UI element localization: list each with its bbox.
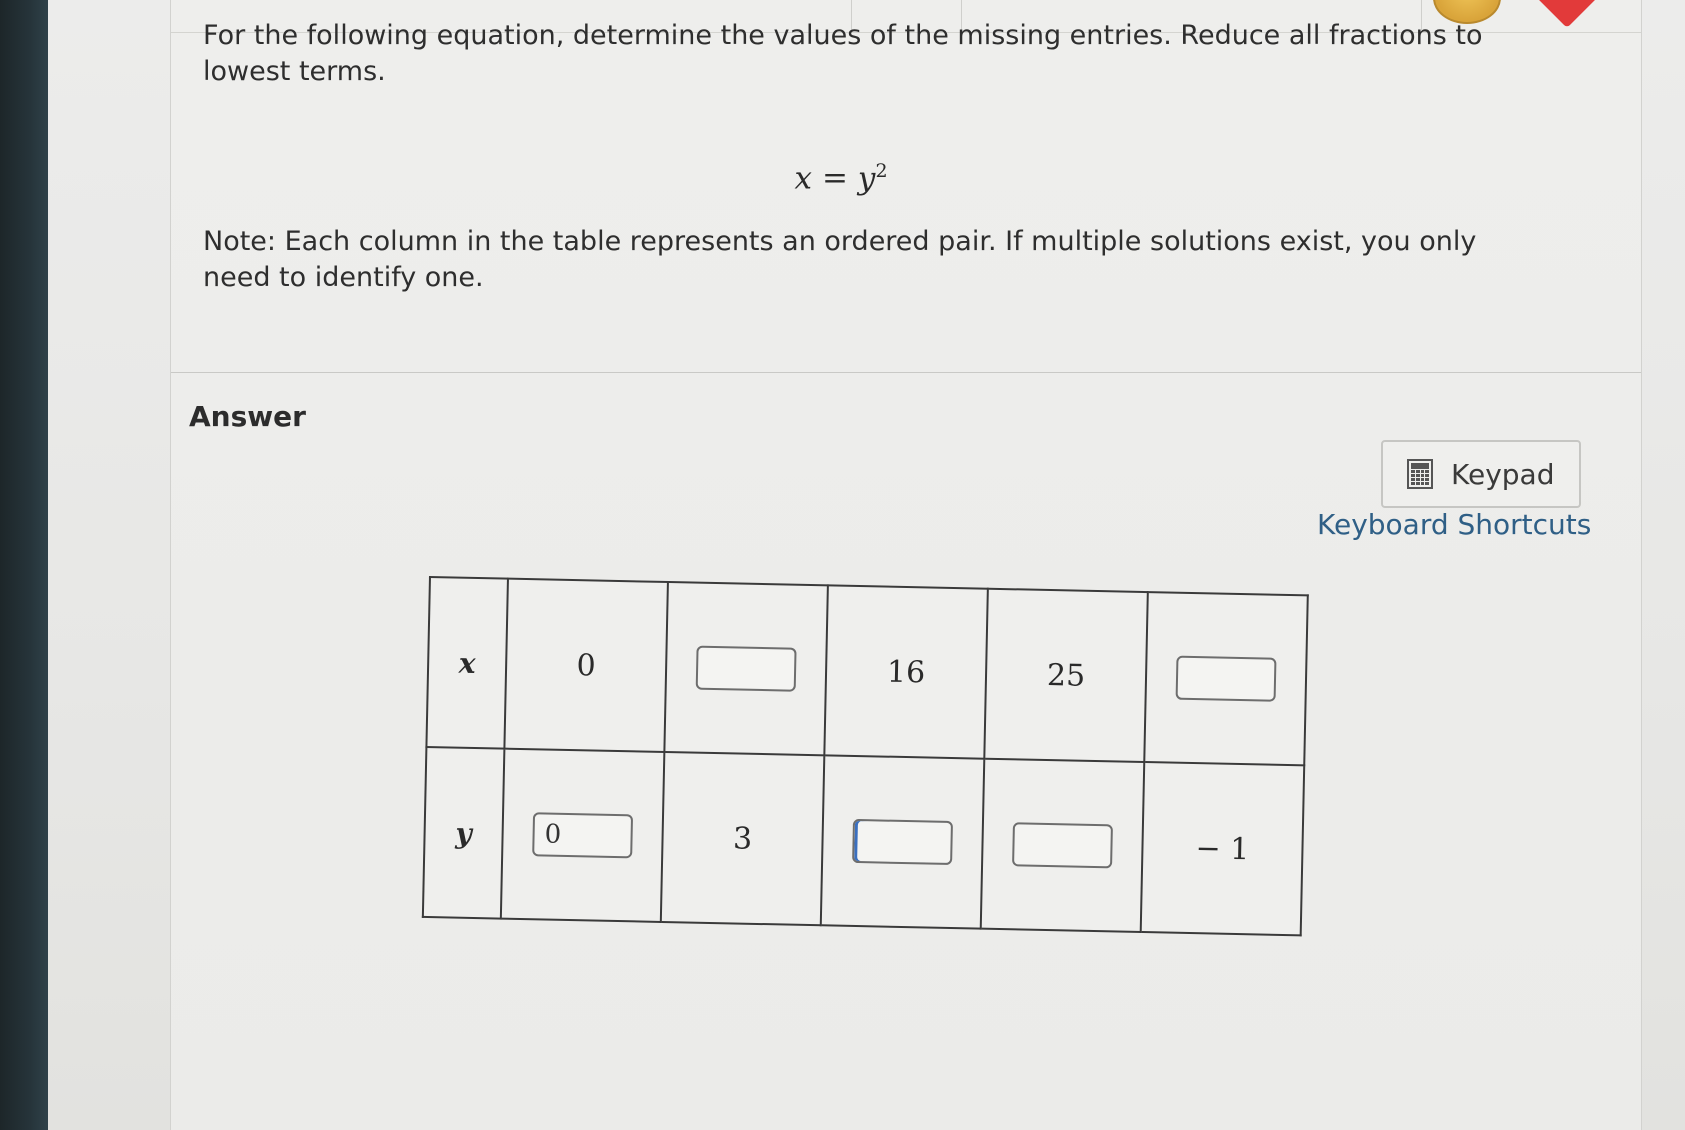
answer-input-y1[interactable]: [532, 812, 634, 859]
table-cell: [1144, 592, 1308, 766]
equation: x = y2: [171, 160, 1511, 196]
y-row-header: y: [422, 746, 505, 919]
answer-heading: Answer: [189, 400, 306, 433]
table-cell: [664, 582, 828, 756]
answer-input-y4[interactable]: [1012, 822, 1113, 869]
answer-input-x2[interactable]: [695, 645, 797, 692]
keypad-label: Keypad: [1451, 457, 1555, 491]
section-divider: [171, 372, 1641, 373]
table-cell: 0: [504, 578, 668, 752]
equation-operator: =: [821, 160, 848, 197]
calculator-icon: [1407, 459, 1433, 489]
equation-left: x: [794, 160, 812, 197]
answer-input-y3[interactable]: [852, 818, 953, 866]
table-row-y: y 3 − 1: [422, 746, 1305, 936]
table-cell: − 1: [1140, 762, 1305, 936]
page: For the following equation, determine th…: [48, 0, 1685, 1130]
x-row-header: x: [426, 577, 508, 749]
heart-icon[interactable]: [1533, 0, 1601, 28]
keypad-button[interactable]: Keypad: [1381, 440, 1581, 508]
question-card: For the following equation, determine th…: [170, 0, 1642, 1130]
table-cell: [500, 748, 665, 922]
question-instruction: For the following equation, determine th…: [203, 20, 1483, 87]
table-cell: 16: [824, 585, 988, 759]
equation-exponent: 2: [875, 160, 888, 182]
answer-input-x5[interactable]: [1175, 655, 1277, 702]
screenshot: For the following equation, determine th…: [0, 0, 1685, 1130]
table-cell: 3: [660, 751, 825, 926]
keyboard-shortcuts-link[interactable]: Keyboard Shortcuts: [1317, 508, 1591, 541]
table-cell: 25: [984, 588, 1148, 763]
table-row-x: x 0 16 25: [426, 577, 1308, 766]
table-cell: [820, 755, 985, 929]
equation-base: y: [857, 160, 876, 197]
table-cell: [980, 758, 1145, 932]
question-note: Note: Each column in the table represent…: [203, 226, 1477, 293]
ordered-pairs-table: x 0 16 25 y 3: [421, 576, 1309, 937]
